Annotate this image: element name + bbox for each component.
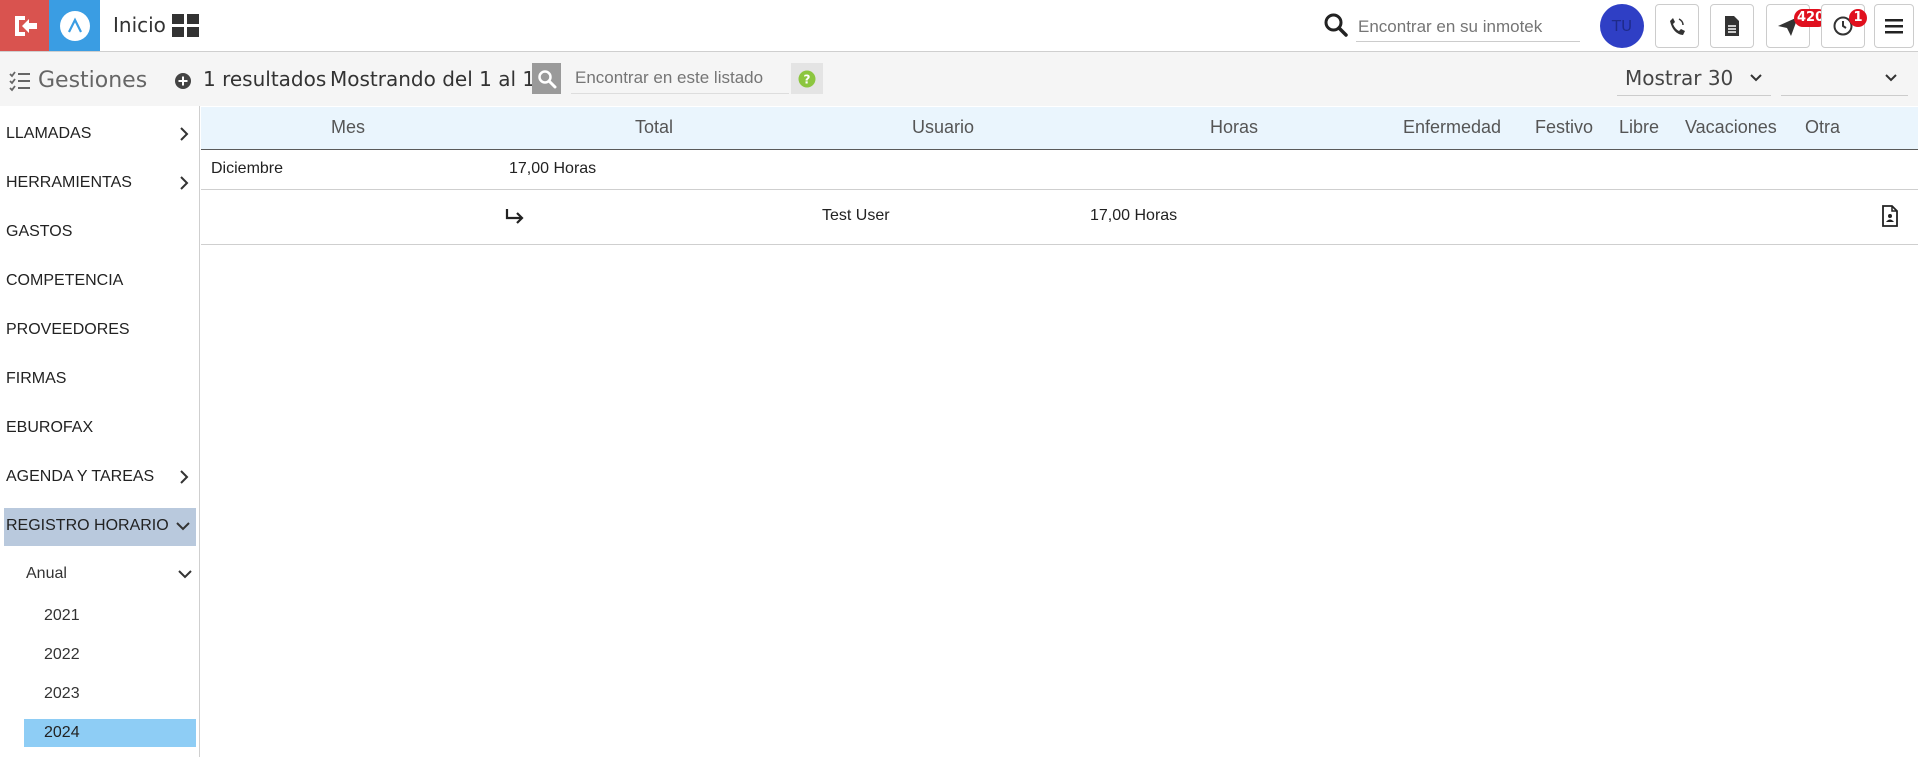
page-size-select[interactable]: Mostrar 30 — [1617, 63, 1771, 96]
hours-cell: 17,00 Horas — [1090, 207, 1178, 224]
chevron-down-icon — [176, 522, 190, 531]
sidebar-item-label: AGENDA Y TAREAS — [6, 468, 155, 485]
dashboard-grid-icon[interactable] — [172, 14, 200, 38]
document-icon — [1725, 16, 1739, 36]
search-icon[interactable] — [1323, 12, 1349, 38]
sidebar-item-competencia[interactable]: COMPETENCIA — [4, 263, 196, 299]
chevron-right-icon — [180, 176, 189, 190]
alerts-badge: 1 — [1849, 9, 1867, 27]
user-avatar[interactable]: TU — [1600, 4, 1644, 48]
sidebar-year-2021[interactable]: 2021 — [24, 602, 196, 630]
sidebar-item-llamadas[interactable]: LLAMADAS — [4, 116, 196, 152]
chevron-down-icon — [1750, 74, 1762, 82]
results-range: Mostrando del 1 al 1 — [330, 67, 536, 91]
phone-button[interactable] — [1655, 4, 1699, 48]
sidebar-item-label: COMPETENCIA — [6, 272, 124, 289]
sidebar-item-label: EBUROFAX — [6, 419, 94, 436]
table-row-user[interactable]: Test User 17,00 Horas — [201, 190, 1918, 245]
chevron-right-icon — [180, 470, 189, 484]
sidebar-year-2023[interactable]: 2023 — [24, 680, 196, 708]
results-count: 1 resultados — [203, 67, 327, 91]
sidebar-item-label: LLAMADAS — [6, 125, 92, 142]
list-search-button[interactable] — [532, 63, 561, 94]
month-cell: Diciembre — [211, 160, 284, 177]
app-logo-button[interactable] — [49, 0, 100, 51]
sidebar-item-gastos[interactable]: GASTOS — [4, 214, 196, 250]
main-menu-button[interactable] — [1874, 4, 1914, 48]
sidebar: LLAMADAS HERRAMIENTAS GASTOS COMPETENCIA… — [0, 106, 200, 757]
column-header-libre[interactable]: Libre — [1619, 117, 1659, 138]
sidebar-item-label: HERRAMIENTAS — [6, 174, 132, 191]
sidebar-subitem-anual[interactable]: Anual — [24, 560, 196, 588]
home-link[interactable]: Inicio — [113, 13, 166, 37]
list-search-input[interactable] — [571, 63, 789, 94]
logout-button[interactable] — [0, 0, 49, 51]
column-header-vacaciones[interactable]: Vacaciones — [1685, 117, 1777, 138]
sidebar-item-firmas[interactable]: FIRMAS — [4, 361, 196, 397]
column-header-total[interactable]: Total — [635, 117, 673, 138]
document-button[interactable] — [1710, 4, 1754, 48]
column-header-festivo[interactable]: Festivo — [1535, 117, 1593, 138]
report-file-icon[interactable] — [1881, 205, 1899, 227]
subrow-arrow-icon — [505, 209, 524, 224]
app-logo-icon — [59, 10, 90, 41]
sidebar-subitem-label: Anual — [26, 565, 67, 582]
logout-icon — [14, 15, 37, 36]
page-size-value: Mostrar 30 — [1625, 66, 1734, 90]
sidebar-item-agenda[interactable]: AGENDA Y TAREAS — [4, 459, 196, 495]
table-row-month[interactable]: Diciembre 17,00 Horas — [201, 150, 1918, 190]
column-header-usuario[interactable]: Usuario — [912, 117, 974, 138]
svg-text:?: ? — [804, 72, 811, 86]
total-cell: 17,00 Horas — [509, 160, 597, 177]
section-title: Gestiones — [38, 68, 148, 93]
task-list-icon — [9, 71, 30, 92]
search-icon — [537, 69, 556, 88]
column-header-horas[interactable]: Horas — [1210, 117, 1258, 138]
top-bar: Inicio TU 420 1 — [0, 0, 1918, 52]
chevron-down-icon — [178, 570, 192, 579]
sidebar-year-2022[interactable]: 2022 — [24, 641, 196, 669]
chevron-right-icon — [180, 127, 189, 141]
add-circle-icon[interactable] — [174, 72, 192, 90]
sidebar-item-proveedores[interactable]: PROVEEDORES — [4, 312, 196, 348]
global-search-input[interactable] — [1356, 12, 1580, 42]
sidebar-item-label: PROVEEDORES — [6, 321, 130, 338]
sidebar-item-herramientas[interactable]: HERRAMIENTAS — [4, 165, 196, 201]
table-header: Mes Total Usuario Horas Enfermedad Festi… — [201, 107, 1918, 150]
help-icon: ? — [798, 70, 816, 87]
sidebar-item-registro-horario[interactable]: REGISTRO HORARIO — [4, 508, 196, 546]
sidebar-item-label: GASTOS — [6, 223, 73, 240]
phone-icon — [1670, 18, 1685, 35]
user-cell: Test User — [822, 207, 890, 224]
hamburger-icon — [1885, 19, 1903, 34]
sidebar-year-2024[interactable]: 2024 — [24, 719, 196, 747]
column-header-mes[interactable]: Mes — [331, 117, 365, 138]
chevron-down-icon — [1885, 74, 1897, 82]
sidebar-item-label: REGISTRO HORARIO — [6, 517, 169, 534]
sidebar-item-label: FIRMAS — [6, 370, 67, 387]
column-header-otra[interactable]: Otra — [1805, 117, 1840, 138]
filter-select[interactable] — [1781, 63, 1908, 96]
sidebar-item-eburofax[interactable]: EBUROFAX — [4, 410, 196, 446]
help-button[interactable]: ? — [791, 63, 823, 94]
column-header-enfermedad[interactable]: Enfermedad — [1403, 117, 1501, 138]
